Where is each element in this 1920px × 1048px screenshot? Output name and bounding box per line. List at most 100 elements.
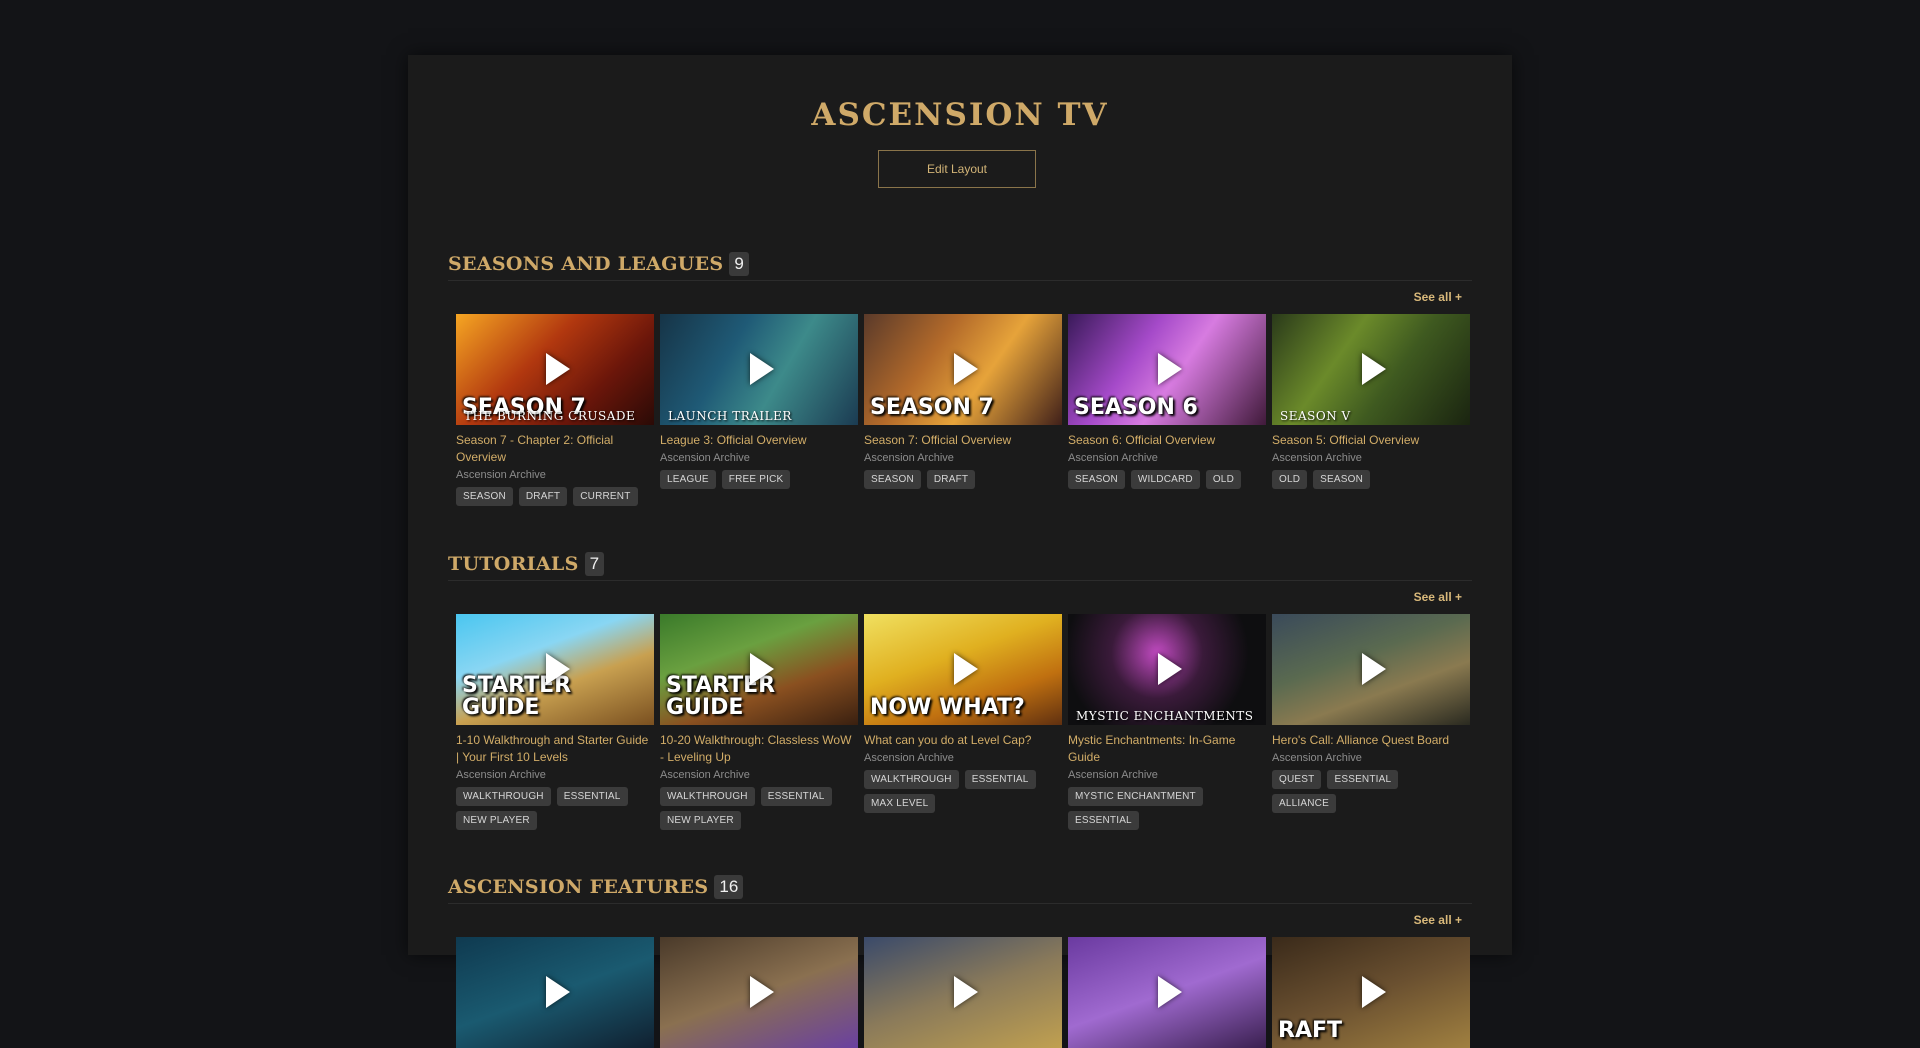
tag-chip[interactable]: DRAFT	[926, 470, 976, 489]
video-thumbnail[interactable]: SEASON 7 THE BURNING CRUSADE	[456, 314, 654, 425]
play-icon[interactable]	[546, 353, 570, 385]
video-card[interactable]: MYSTIC ENCHANTMENTS Mystic Enchantments: …	[1068, 614, 1266, 835]
tag-list: WALKTHROUGH ESSENTIAL NEW PLAYER	[456, 787, 654, 835]
tag-chip[interactable]: ESSENTIAL	[760, 787, 832, 806]
tag-chip[interactable]: WALKTHROUGH	[864, 770, 959, 789]
section-count-badge: 9	[729, 251, 749, 276]
section-3: ASCENSION FEATURES 16 See all + RAFT	[448, 874, 1472, 1048]
video-thumbnail[interactable]: SEASON V	[1272, 314, 1470, 425]
video-card[interactable]: NOW WHAT? What can you do at Level Cap? As…	[864, 614, 1062, 818]
play-icon[interactable]	[1362, 353, 1386, 385]
tag-chip[interactable]: SEASON	[864, 470, 921, 489]
video-title[interactable]: 10-20 Walkthrough: Classless WoW - Level…	[660, 732, 858, 766]
play-icon[interactable]	[954, 976, 978, 1008]
tag-chip[interactable]: DRAFT	[518, 487, 568, 506]
video-thumbnail[interactable]	[864, 937, 1062, 1048]
video-title[interactable]: Season 5: Official Overview	[1272, 432, 1470, 449]
play-icon[interactable]	[1362, 976, 1386, 1008]
see-all-link[interactable]: See all +	[1414, 913, 1462, 927]
video-card[interactable]: SEASON 7 THE BURNING CRUSADE Season 7 - Ch…	[456, 314, 654, 511]
play-icon[interactable]	[1158, 353, 1182, 385]
edit-layout-button[interactable]: Edit Layout	[878, 150, 1036, 188]
thumbnail-subtext: THE BURNING CRUSADE	[464, 409, 636, 423]
video-card[interactable]: Hero's Call: Alliance Quest Board Ascensi…	[1272, 614, 1470, 818]
video-thumbnail[interactable]	[660, 937, 858, 1048]
tag-chip[interactable]: FREE PICK	[721, 470, 791, 489]
play-icon[interactable]	[750, 653, 774, 685]
play-icon[interactable]	[546, 976, 570, 1008]
see-all-link[interactable]: See all +	[1414, 290, 1462, 304]
video-thumbnail[interactable]	[1272, 614, 1470, 725]
video-thumbnail[interactable]: SEASON 6	[1068, 314, 1266, 425]
play-icon[interactable]	[1362, 653, 1386, 685]
video-card[interactable]	[864, 937, 1062, 1048]
video-card[interactable]	[1068, 937, 1266, 1048]
video-thumbnail[interactable]: STARTER GUIDE	[456, 614, 654, 725]
tag-chip[interactable]: NEW PLAYER	[660, 811, 741, 830]
video-thumbnail[interactable]	[456, 937, 654, 1048]
video-title[interactable]: 1-10 Walkthrough and Starter Guide | You…	[456, 732, 654, 766]
tag-chip[interactable]: ESSENTIAL	[1327, 770, 1399, 789]
video-thumbnail[interactable]: NOW WHAT?	[864, 614, 1062, 725]
video-thumbnail[interactable]: MYSTIC ENCHANTMENTS	[1068, 614, 1266, 725]
video-card[interactable]: LAUNCH TRAILER League 3: Official Overvie…	[660, 314, 858, 494]
video-title[interactable]: Season 7: Official Overview	[864, 432, 1062, 449]
play-icon[interactable]	[1158, 653, 1182, 685]
tag-chip[interactable]: OLD	[1272, 470, 1308, 489]
tag-list: OLD SEASON	[1272, 470, 1470, 494]
thumbnail-subtext: MYSTIC ENCHANTMENTS	[1076, 709, 1254, 723]
play-icon[interactable]	[546, 653, 570, 685]
tag-list: WALKTHROUGH ESSENTIAL NEW PLAYER	[660, 787, 858, 835]
video-card[interactable]: SEASON 6 Season 6: Official Overview Ascen…	[1068, 314, 1266, 494]
video-title[interactable]: League 3: Official Overview	[660, 432, 858, 449]
play-icon[interactable]	[954, 653, 978, 685]
video-title[interactable]: Hero's Call: Alliance Quest Board	[1272, 732, 1470, 749]
tag-list: SEASON DRAFT	[864, 470, 1062, 494]
play-icon[interactable]	[1158, 976, 1182, 1008]
video-thumbnail[interactable]: LAUNCH TRAILER	[660, 314, 858, 425]
play-icon[interactable]	[954, 353, 978, 385]
video-card[interactable]: SEASON 7 Season 7: Official Overview Ascen…	[864, 314, 1062, 494]
tag-chip[interactable]: WILDCARD	[1130, 470, 1200, 489]
video-channel: Ascension Archive	[864, 752, 954, 764]
tag-chip[interactable]: LEAGUE	[660, 470, 716, 489]
tag-chip[interactable]: OLD	[1205, 470, 1241, 489]
video-thumbnail[interactable]: SEASON 7	[864, 314, 1062, 425]
video-card[interactable]: STARTER GUIDE 10-20 Walkthrough: Classles…	[660, 614, 858, 835]
tag-chip[interactable]: ESSENTIAL	[556, 787, 628, 806]
video-card[interactable]: RAFT	[1272, 937, 1470, 1048]
tag-chip[interactable]: SEASON	[456, 487, 513, 506]
video-thumbnail[interactable]: STARTER GUIDE	[660, 614, 858, 725]
tag-list: MYSTIC ENCHANTMENT ESSENTIAL	[1068, 787, 1266, 835]
video-thumbnail[interactable]	[1068, 937, 1266, 1048]
tag-chip[interactable]: ESSENTIAL	[1068, 811, 1139, 830]
video-title[interactable]: What can you do at Level Cap?	[864, 732, 1062, 749]
tag-chip[interactable]: WALKTHROUGH	[660, 787, 755, 806]
video-card[interactable]	[456, 937, 654, 1048]
tag-chip[interactable]: WALKTHROUGH	[456, 787, 551, 806]
video-channel: Ascension Archive	[456, 769, 546, 781]
video-title[interactable]: Season 7 - Chapter 2: Official Overview	[456, 432, 654, 466]
tag-chip[interactable]: NEW PLAYER	[456, 811, 537, 830]
tag-chip[interactable]: SEASON	[1068, 470, 1125, 489]
thumbnail-text: SEASON 6	[1074, 395, 1198, 420]
tag-chip[interactable]: ESSENTIAL	[964, 770, 1036, 789]
video-thumbnail[interactable]: RAFT	[1272, 937, 1470, 1048]
section-1: SEASONS AND LEAGUES 9 See all + SEASON 7 THE…	[448, 251, 1472, 506]
tag-chip[interactable]: MYSTIC ENCHANTMENT	[1068, 787, 1203, 806]
see-all-link[interactable]: See all +	[1414, 590, 1462, 604]
video-card[interactable]: SEASON V Season 5: Official Overview Ascen…	[1272, 314, 1470, 494]
tag-chip[interactable]: ALLIANCE	[1272, 794, 1336, 813]
tag-chip[interactable]: QUEST	[1272, 770, 1322, 789]
section-header: ASCENSION FEATURES 16	[448, 874, 1472, 904]
tag-chip[interactable]: MAX LEVEL	[864, 794, 936, 813]
tag-chip[interactable]: SEASON	[1313, 470, 1371, 489]
video-title[interactable]: Season 6: Official Overview	[1068, 432, 1266, 449]
video-channel: Ascension Archive	[1068, 769, 1158, 781]
video-card[interactable]	[660, 937, 858, 1048]
video-title[interactable]: Mystic Enchantments: In-Game Guide	[1068, 732, 1266, 766]
play-icon[interactable]	[750, 353, 774, 385]
play-icon[interactable]	[750, 976, 774, 1008]
tag-chip[interactable]: CURRENT	[573, 487, 638, 506]
video-card[interactable]: STARTER GUIDE 1-10 Walkthrough and Starte…	[456, 614, 654, 835]
